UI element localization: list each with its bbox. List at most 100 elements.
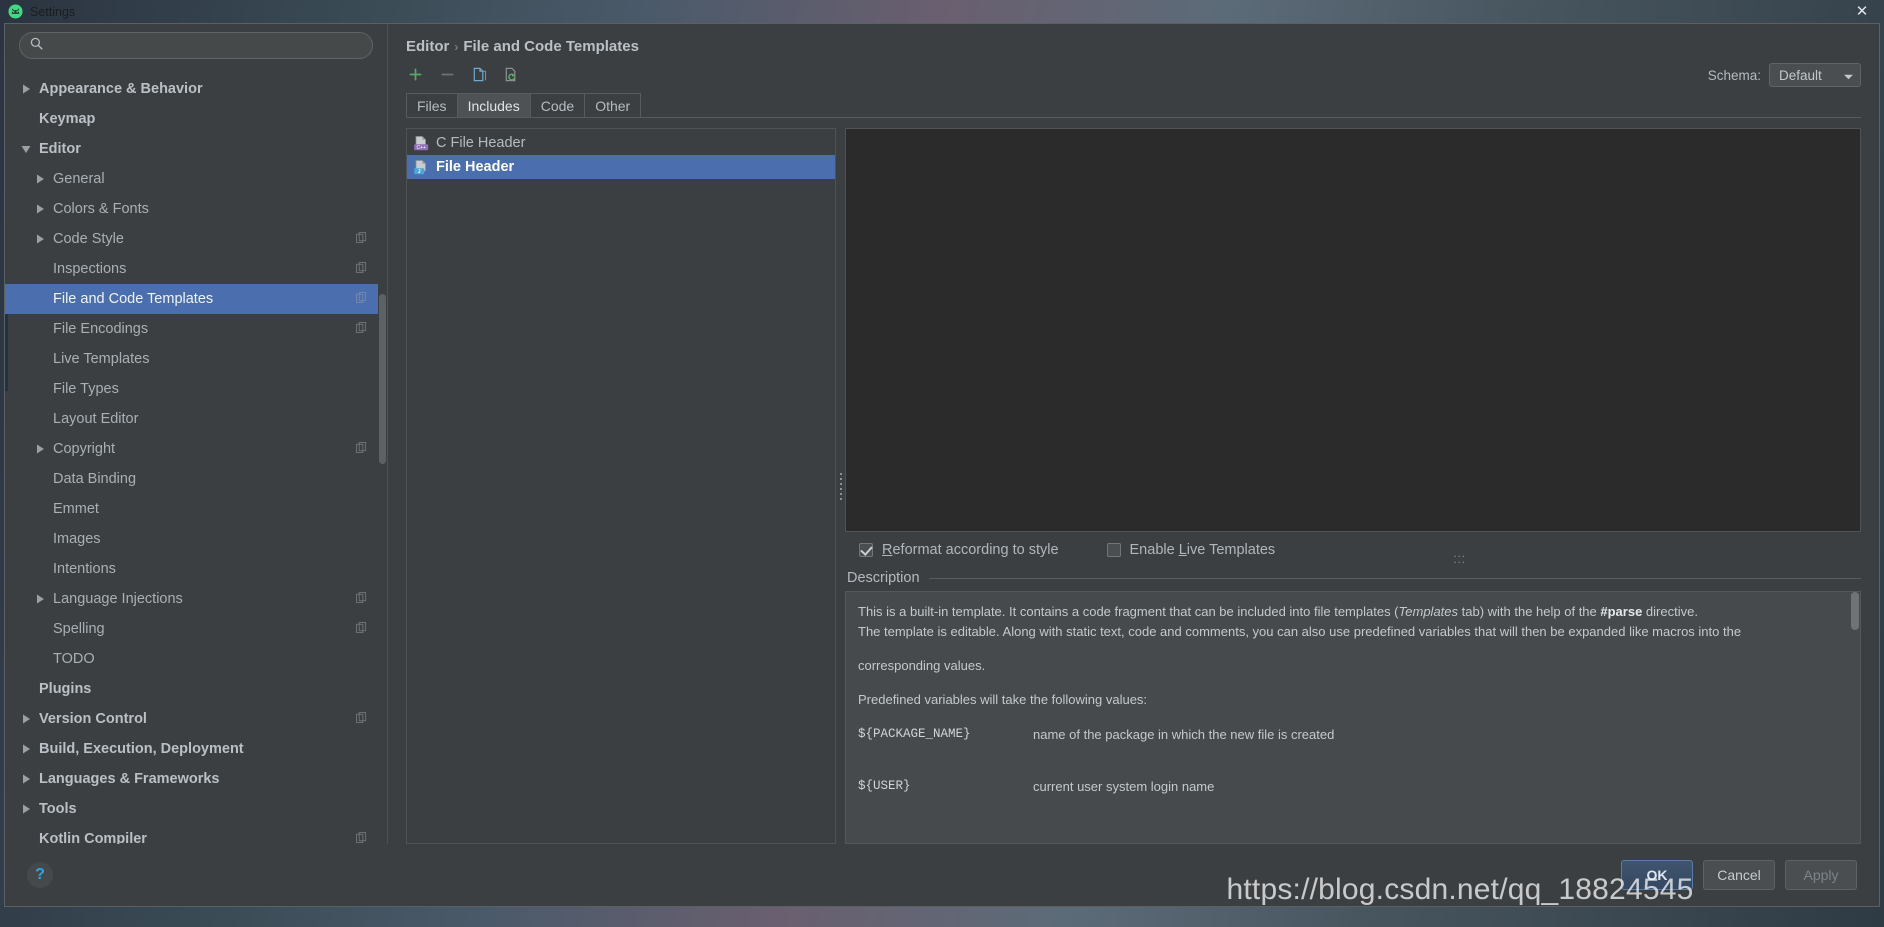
ok-button[interactable]: OK: [1621, 860, 1693, 890]
sidebar-item-label: Data Binding: [53, 471, 137, 487]
sidebar-item-language-injections[interactable]: Language Injections: [5, 584, 387, 614]
sidebar-item-label: Tools: [39, 801, 77, 817]
checkbox-indicator[interactable]: [1106, 543, 1121, 557]
title-bar: Settings ✕: [0, 0, 1884, 23]
sidebar-item-live-templates[interactable]: Live Templates: [5, 344, 387, 374]
panel-splitter[interactable]: [836, 128, 845, 844]
sidebar-item-emmet[interactable]: Emmet: [5, 494, 387, 524]
copy-template-icon[interactable]: [470, 65, 489, 84]
chevron-down-icon[interactable]: [17, 145, 35, 154]
title-bar-left: Settings: [8, 4, 75, 19]
sidebar-item-data-binding[interactable]: Data Binding: [5, 464, 387, 494]
settings-tree[interactable]: Appearance & Behavior Keymap Editor General…: [5, 74, 387, 844]
template-code-editor[interactable]: [845, 128, 1861, 532]
sidebar-item-label: Kotlin Compiler: [39, 831, 147, 844]
template-list-item[interactable]: C++ C File Header: [407, 131, 835, 155]
copy-settings-icon: [356, 591, 367, 607]
sidebar-scrollbar-thumb[interactable]: [379, 294, 386, 464]
description-scrollbar[interactable]: [1850, 592, 1860, 843]
sidebar-item-file-and-code-templates[interactable]: File and Code Templates: [5, 284, 387, 314]
sidebar-item-editor[interactable]: Editor: [5, 134, 387, 164]
dialog-footer: ? OK Cancel Apply: [5, 844, 1879, 906]
minus-icon[interactable]: [438, 65, 457, 84]
tab-files[interactable]: Files: [406, 93, 458, 118]
tab-other[interactable]: Other: [584, 93, 642, 118]
description-paragraph-3: corresponding values.: [858, 658, 986, 674]
search-box[interactable]: [19, 32, 373, 59]
sidebar-item-label: Emmet: [53, 501, 99, 517]
sidebar-item-label: Language Injections: [53, 591, 183, 607]
resize-grip-icon[interactable]: ⁚⁚⁚: [1453, 555, 1466, 566]
sidebar-item-appearance-behavior[interactable]: Appearance & Behavior: [5, 74, 387, 104]
sidebar-item-build-execution-deployment[interactable]: Build, Execution, Deployment: [5, 734, 387, 764]
sidebar-item-spelling[interactable]: Spelling: [5, 614, 387, 644]
sidebar-item-layout-editor[interactable]: Layout Editor: [5, 404, 387, 434]
chevron-right-icon[interactable]: [17, 774, 35, 784]
chevron-right-icon[interactable]: [31, 594, 49, 604]
search-input[interactable]: [50, 38, 362, 53]
sidebar-item-file-types[interactable]: File Types: [5, 374, 387, 404]
description-paragraph-1: This is a built-in template. It contains…: [858, 602, 1846, 622]
schema-value: Default: [1779, 67, 1822, 83]
chevron-right-icon[interactable]: [17, 714, 35, 724]
cancel-button[interactable]: Cancel: [1703, 860, 1775, 890]
sidebar-item-images[interactable]: Images: [5, 524, 387, 554]
description-rule: [928, 577, 1861, 579]
breadcrumb-parent[interactable]: Editor: [406, 38, 449, 55]
splitter-grip-dots: [839, 472, 842, 500]
sidebar-scrollbar[interactable]: [378, 74, 387, 844]
chevron-right-icon[interactable]: [31, 444, 49, 454]
sidebar-item-keymap[interactable]: Keymap: [5, 104, 387, 134]
sidebar-item-intentions[interactable]: Intentions: [5, 554, 387, 584]
sidebar-item-label: Keymap: [39, 111, 96, 127]
sidebar-item-kotlin-compiler[interactable]: Kotlin Compiler: [5, 824, 387, 844]
sidebar-item-languages-frameworks[interactable]: Languages & Frameworks: [5, 764, 387, 794]
sidebar-item-inspections[interactable]: Inspections: [5, 254, 387, 284]
chevron-right-icon[interactable]: [31, 204, 49, 214]
sidebar-item-label: Languages & Frameworks: [39, 771, 220, 787]
chevron-right-icon[interactable]: [31, 234, 49, 244]
tab-includes[interactable]: Includes: [456, 93, 531, 118]
option-reformat-according-to-style[interactable]: Reformat according to style: [859, 542, 1059, 558]
description-variable-desc: current user system login name: [1033, 778, 1215, 794]
description-scrollbar-thumb[interactable]: [1851, 592, 1859, 630]
help-question-icon[interactable]: ?: [27, 862, 53, 888]
sidebar-item-copyright[interactable]: Copyright: [5, 434, 387, 464]
copy-settings-icon: [356, 231, 367, 247]
sidebar-item-label: TODO: [53, 651, 95, 667]
schema-label: Schema:: [1707, 67, 1761, 83]
sidebar-item-version-control[interactable]: Version Control: [5, 704, 387, 734]
chevron-right-icon[interactable]: [17, 744, 35, 754]
sidebar-item-label: Copyright: [53, 441, 116, 457]
description-variable-row: ${USER} current user system login name: [858, 777, 1846, 797]
description-box: This is a built-in template. It contains…: [845, 591, 1861, 844]
sidebar-item-todo[interactable]: TODO: [5, 644, 387, 674]
close-window-button[interactable]: ✕: [1844, 1, 1880, 21]
sidebar-item-file-encodings[interactable]: File Encodings: [5, 314, 387, 344]
plus-icon[interactable]: [406, 65, 425, 84]
template-list[interactable]: C++ C File Header J File Header: [406, 128, 836, 844]
svg-text:C++: C++: [416, 145, 426, 151]
chevron-right-icon[interactable]: [31, 174, 49, 184]
editor-scrollbar[interactable]: [1850, 129, 1860, 531]
chevron-right-icon[interactable]: [17, 84, 35, 94]
sidebar-item-label: File Types: [53, 381, 119, 397]
templates-toolbar: Schema: Default: [388, 55, 1879, 87]
sidebar-item-code-style[interactable]: Code Style: [5, 224, 387, 254]
dialog-action-buttons: OK Cancel Apply: [1621, 860, 1857, 890]
sidebar-item-tools[interactable]: Tools: [5, 794, 387, 824]
template-list-item[interactable]: J File Header: [407, 155, 835, 179]
sidebar-item-colors-fonts[interactable]: Colors & Fonts: [5, 194, 387, 224]
sidebar-item-label: Images: [53, 531, 101, 547]
sidebar-item-plugins[interactable]: Plugins: [5, 674, 387, 704]
description-paragraph-2: The template is editable. Along with sta…: [858, 624, 1742, 640]
chevron-right-icon[interactable]: [17, 804, 35, 814]
settings-dialog: Appearance & Behavior Keymap Editor General…: [4, 23, 1880, 907]
description-p1-em: Templates: [1398, 604, 1459, 619]
checkbox-indicator[interactable]: [859, 543, 873, 557]
sidebar-item-general[interactable]: General: [5, 164, 387, 194]
option-enable-live-templates[interactable]: Enable Live Templates: [1106, 542, 1275, 558]
svg-text:J: J: [418, 169, 421, 175]
tab-code[interactable]: Code: [529, 93, 586, 118]
reset-to-default-icon[interactable]: [502, 65, 521, 84]
